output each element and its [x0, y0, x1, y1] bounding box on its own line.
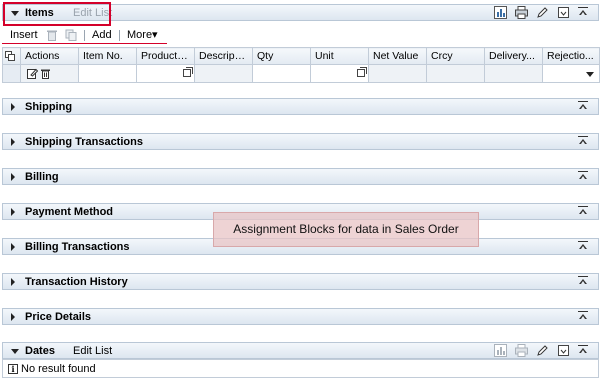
dates-block-title: Dates: [25, 345, 55, 357]
section-billing[interactable]: Billing: [2, 168, 599, 185]
unit-input[interactable]: [310, 64, 369, 83]
more-menu-button[interactable]: More▾: [127, 29, 158, 42]
collapse-block-icon[interactable]: [578, 136, 588, 146]
expand-triangle-icon[interactable]: [11, 243, 15, 251]
annotation-callout: Assignment Blocks for data in Sales Orde…: [213, 212, 479, 247]
edit-pencil-icon[interactable]: [536, 6, 549, 19]
value-help-icon[interactable]: [183, 67, 193, 77]
print-icon[interactable]: [515, 6, 528, 19]
column-header-delivery[interactable]: Delivery...: [484, 47, 543, 65]
chevron-down-icon[interactable]: [586, 72, 594, 77]
section-title: Shipping: [25, 101, 73, 113]
delete-row-icon[interactable]: [40, 68, 51, 79]
column-header-rejection[interactable]: Rejectio...: [542, 47, 600, 65]
column-header-unit[interactable]: Unit: [310, 47, 369, 65]
edit-row-icon[interactable]: [27, 68, 38, 79]
expand-triangle-icon[interactable]: [11, 208, 15, 216]
column-header-description[interactable]: Descripti...: [194, 47, 253, 65]
collapse-block-icon[interactable]: [578, 345, 588, 355]
personalize-icon[interactable]: [557, 6, 570, 19]
table-header-row: Actions Item No. Product ID Descripti...…: [2, 47, 600, 65]
collapse-block-icon[interactable]: [578, 276, 588, 286]
dates-edit-list-link[interactable]: Edit List: [73, 344, 112, 358]
collapse-block-icon[interactable]: [578, 171, 588, 181]
add-button[interactable]: Add: [92, 29, 112, 42]
column-header-product-id[interactable]: Product ID: [136, 47, 195, 65]
item-no-input[interactable]: [78, 64, 137, 83]
collapse-triangle-icon[interactable]: [11, 349, 19, 354]
table-row: [2, 64, 600, 83]
toolbar-highlight-underline: [2, 43, 167, 44]
print-icon[interactable]: [515, 344, 528, 357]
toolbar-separator: [119, 30, 120, 41]
rejection-dropdown[interactable]: [542, 64, 600, 83]
section-title: Price Details: [25, 311, 92, 323]
delete-trash-icon[interactable]: [46, 29, 58, 41]
expand-triangle-icon[interactable]: [11, 103, 15, 111]
crcy-cell: [426, 64, 485, 83]
items-header-icons: [494, 6, 570, 20]
description-cell: [194, 64, 253, 83]
section-title: Payment Method: [25, 206, 114, 218]
column-header-item-no[interactable]: Item No.: [78, 47, 137, 65]
section-title: Billing: [25, 171, 59, 183]
delivery-cell: [484, 64, 543, 83]
toolbar-separator: [84, 30, 85, 41]
personalize-icon[interactable]: [557, 344, 570, 357]
column-header-actions[interactable]: Actions: [20, 47, 79, 65]
chart-icon[interactable]: [494, 344, 507, 357]
expand-triangle-icon[interactable]: [11, 138, 15, 146]
collapse-block-icon[interactable]: [578, 206, 588, 216]
items-title-highlight-box: [3, 2, 111, 26]
dates-header-icons: [494, 344, 570, 358]
net-value-cell: [368, 64, 427, 83]
section-shipping[interactable]: Shipping: [2, 98, 599, 115]
insert-button[interactable]: Insert: [10, 29, 38, 42]
column-header-qty[interactable]: Qty: [252, 47, 311, 65]
column-header-net-value[interactable]: Net Value: [368, 47, 427, 65]
copy-icon[interactable]: [65, 29, 77, 41]
dates-block-body: i No result found: [2, 359, 599, 378]
product-id-input[interactable]: [136, 64, 195, 83]
select-all-column-icon[interactable]: [2, 47, 21, 65]
info-icon: i: [8, 364, 18, 374]
expand-triangle-icon[interactable]: [11, 313, 15, 321]
section-shipping-transactions[interactable]: Shipping Transactions: [2, 133, 599, 150]
no-result-message: No result found: [21, 363, 96, 375]
collapse-block-icon[interactable]: [578, 7, 588, 17]
section-title: Billing Transactions: [25, 241, 130, 253]
expand-triangle-icon[interactable]: [11, 173, 15, 181]
value-help-icon[interactable]: [357, 67, 367, 77]
section-price-details[interactable]: Price Details: [2, 308, 599, 325]
collapse-block-icon[interactable]: [578, 101, 588, 111]
section-title: Shipping Transactions: [25, 136, 143, 148]
section-title: Transaction History: [25, 276, 128, 288]
expand-triangle-icon[interactable]: [11, 278, 15, 286]
section-transaction-history[interactable]: Transaction History: [2, 273, 599, 290]
collapse-block-icon[interactable]: [578, 311, 588, 321]
row-selector-cell[interactable]: [2, 64, 21, 83]
qty-input[interactable]: [252, 64, 311, 83]
column-header-crcy[interactable]: Crcy: [426, 47, 485, 65]
chart-icon[interactable]: [494, 6, 507, 19]
edit-pencil-icon[interactable]: [536, 344, 549, 357]
actions-cell: [20, 64, 79, 83]
items-table: Actions Item No. Product ID Descripti...…: [2, 47, 600, 83]
collapse-block-icon[interactable]: [578, 241, 588, 251]
items-toolbar: Insert Add More▾: [2, 27, 599, 44]
dates-block-header[interactable]: Dates Edit List: [2, 342, 599, 359]
